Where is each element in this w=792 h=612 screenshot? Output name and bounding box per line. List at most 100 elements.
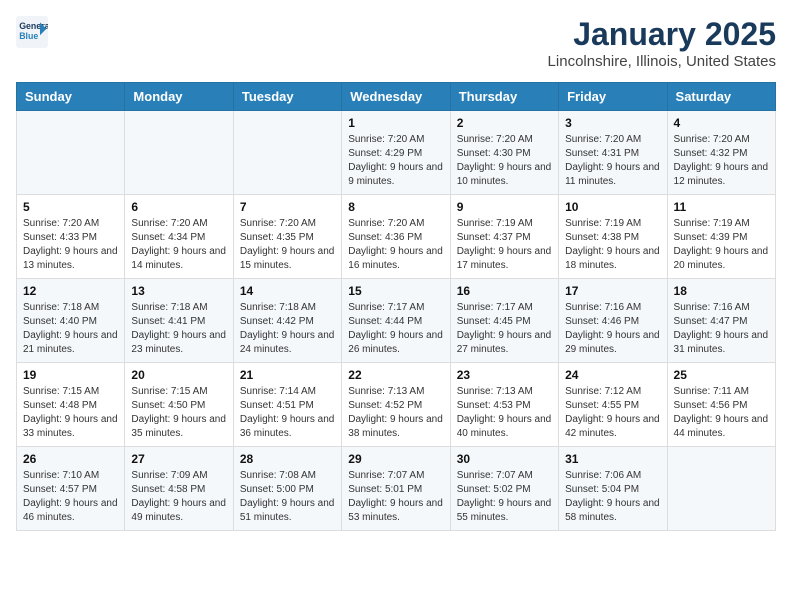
- sunset-text: Sunset: 4:52 PM: [348, 399, 443, 413]
- sunrise-text: Sunrise: 7:20 AM: [457, 133, 552, 147]
- sunset-text: Sunset: 4:41 PM: [131, 315, 226, 329]
- sunrise-text: Sunrise: 7:07 AM: [348, 469, 443, 483]
- daylight-text: Daylight: 9 hours and 40 minutes.: [457, 413, 552, 441]
- sunrise-text: Sunrise: 7:15 AM: [131, 385, 226, 399]
- sunset-text: Sunset: 4:57 PM: [23, 483, 118, 497]
- day-cell: 28Sunrise: 7:08 AMSunset: 5:00 PMDayligh…: [233, 447, 341, 531]
- daylight-text: Daylight: 9 hours and 51 minutes.: [240, 497, 335, 525]
- day-number: 15: [348, 284, 443, 298]
- day-info: Sunrise: 7:19 AMSunset: 4:38 PMDaylight:…: [565, 217, 660, 273]
- sunset-text: Sunset: 4:56 PM: [674, 399, 769, 413]
- daylight-text: Daylight: 9 hours and 11 minutes.: [565, 161, 660, 189]
- title-block: January 2025 Lincolnshire, Illinois, Uni…: [548, 16, 776, 70]
- col-sunday: Sunday: [17, 83, 125, 111]
- sunset-text: Sunset: 4:45 PM: [457, 315, 552, 329]
- day-number: 13: [131, 284, 226, 298]
- day-number: 5: [23, 200, 118, 214]
- day-number: 24: [565, 368, 660, 382]
- sunrise-text: Sunrise: 7:13 AM: [457, 385, 552, 399]
- sunrise-text: Sunrise: 7:19 AM: [674, 217, 769, 231]
- day-cell: 14Sunrise: 7:18 AMSunset: 4:42 PMDayligh…: [233, 279, 341, 363]
- day-info: Sunrise: 7:18 AMSunset: 4:42 PMDaylight:…: [240, 301, 335, 357]
- day-info: Sunrise: 7:12 AMSunset: 4:55 PMDaylight:…: [565, 385, 660, 441]
- sunset-text: Sunset: 4:53 PM: [457, 399, 552, 413]
- day-info: Sunrise: 7:08 AMSunset: 5:00 PMDaylight:…: [240, 469, 335, 525]
- daylight-text: Daylight: 9 hours and 13 minutes.: [23, 245, 118, 273]
- day-number: 19: [23, 368, 118, 382]
- day-info: Sunrise: 7:13 AMSunset: 4:52 PMDaylight:…: [348, 385, 443, 441]
- daylight-text: Daylight: 9 hours and 27 minutes.: [457, 329, 552, 357]
- day-cell: 22Sunrise: 7:13 AMSunset: 4:52 PMDayligh…: [342, 363, 450, 447]
- sunrise-text: Sunrise: 7:19 AM: [457, 217, 552, 231]
- sunrise-text: Sunrise: 7:12 AM: [565, 385, 660, 399]
- day-cell: 27Sunrise: 7:09 AMSunset: 4:58 PMDayligh…: [125, 447, 233, 531]
- sunrise-text: Sunrise: 7:18 AM: [23, 301, 118, 315]
- week-row-1: 1Sunrise: 7:20 AMSunset: 4:29 PMDaylight…: [17, 111, 776, 195]
- day-info: Sunrise: 7:09 AMSunset: 4:58 PMDaylight:…: [131, 469, 226, 525]
- sunset-text: Sunset: 4:37 PM: [457, 231, 552, 245]
- day-cell: 26Sunrise: 7:10 AMSunset: 4:57 PMDayligh…: [17, 447, 125, 531]
- daylight-text: Daylight: 9 hours and 36 minutes.: [240, 413, 335, 441]
- daylight-text: Daylight: 9 hours and 12 minutes.: [674, 161, 769, 189]
- col-wednesday: Wednesday: [342, 83, 450, 111]
- day-cell: 25Sunrise: 7:11 AMSunset: 4:56 PMDayligh…: [667, 363, 775, 447]
- daylight-text: Daylight: 9 hours and 53 minutes.: [348, 497, 443, 525]
- day-info: Sunrise: 7:20 AMSunset: 4:31 PMDaylight:…: [565, 133, 660, 189]
- daylight-text: Daylight: 9 hours and 42 minutes.: [565, 413, 660, 441]
- sunset-text: Sunset: 4:31 PM: [565, 147, 660, 161]
- sunrise-text: Sunrise: 7:20 AM: [565, 133, 660, 147]
- day-info: Sunrise: 7:20 AMSunset: 4:30 PMDaylight:…: [457, 133, 552, 189]
- day-cell: 23 Sunrise: 7:13 AMSunset: 4:53 PMDayligh…: [450, 363, 558, 447]
- sunset-text: Sunset: 4:51 PM: [240, 399, 335, 413]
- day-number: 18: [674, 284, 769, 298]
- col-saturday: Saturday: [667, 83, 775, 111]
- day-number: 26: [23, 452, 118, 466]
- day-info: Sunrise: 7:15 AMSunset: 4:50 PMDaylight:…: [131, 385, 226, 441]
- daylight-text: Daylight: 9 hours and 35 minutes.: [131, 413, 226, 441]
- day-cell: 3Sunrise: 7:20 AMSunset: 4:31 PMDaylight…: [559, 111, 667, 195]
- sunrise-text: Sunrise: 7:09 AM: [131, 469, 226, 483]
- daylight-text: Daylight: 9 hours and 10 minutes.: [457, 161, 552, 189]
- day-cell: [125, 111, 233, 195]
- sunset-text: Sunset: 4:33 PM: [23, 231, 118, 245]
- daylight-text: Daylight: 9 hours and 9 minutes.: [348, 161, 443, 189]
- day-cell: 16 Sunrise: 7:17 AMSunset: 4:45 PMDayligh…: [450, 279, 558, 363]
- sunset-text: Sunset: 4:29 PM: [348, 147, 443, 161]
- day-number: 2: [457, 116, 552, 130]
- col-thursday: Thursday: [450, 83, 558, 111]
- day-number: 1: [348, 116, 443, 130]
- day-number: 29: [348, 452, 443, 466]
- day-cell: 1 Sunrise: 7:20 AMSunset: 4:29 PMDaylight…: [342, 111, 450, 195]
- sunrise-text: Sunrise: 7:18 AM: [240, 301, 335, 315]
- daylight-text: Daylight: 9 hours and 16 minutes.: [348, 245, 443, 273]
- day-info: Sunrise: 7:19 AMSunset: 4:39 PMDaylight:…: [674, 217, 769, 273]
- sunrise-text: Sunrise: 7:07 AM: [457, 469, 552, 483]
- sunrise-text: Sunrise: 7:20 AM: [348, 133, 443, 147]
- day-cell: 20Sunrise: 7:15 AMSunset: 4:50 PMDayligh…: [125, 363, 233, 447]
- calendar-header-row: Sunday Monday Tuesday Wednesday Thursday…: [17, 83, 776, 111]
- day-number: 30: [457, 452, 552, 466]
- sunset-text: Sunset: 5:02 PM: [457, 483, 552, 497]
- sunset-text: Sunset: 4:32 PM: [674, 147, 769, 161]
- day-cell: 15Sunrise: 7:17 AMSunset: 4:44 PMDayligh…: [342, 279, 450, 363]
- calendar-subtitle: Lincolnshire, Illinois, United States: [548, 53, 776, 70]
- sunrise-text: Sunrise: 7:15 AM: [23, 385, 118, 399]
- day-cell: 24 Sunrise: 7:12 AMSunset: 4:55 PMDayligh…: [559, 363, 667, 447]
- day-number: 21: [240, 368, 335, 382]
- day-info: Sunrise: 7:20 AMSunset: 4:33 PMDaylight:…: [23, 217, 118, 273]
- day-number: 16: [457, 284, 552, 298]
- day-number: 23: [457, 368, 552, 382]
- day-cell: 8Sunrise: 7:20 AMSunset: 4:36 PMDaylight…: [342, 195, 450, 279]
- sunset-text: Sunset: 4:46 PM: [565, 315, 660, 329]
- col-monday: Monday: [125, 83, 233, 111]
- day-info: Sunrise: 7:20 AMSunset: 4:34 PMDaylight:…: [131, 217, 226, 273]
- sunrise-text: Sunrise: 7:11 AM: [674, 385, 769, 399]
- day-cell: 31Sunrise: 7:06 AMSunset: 5:04 PMDayligh…: [559, 447, 667, 531]
- sunrise-text: Sunrise: 7:20 AM: [23, 217, 118, 231]
- sunrise-text: Sunrise: 7:13 AM: [348, 385, 443, 399]
- day-cell: 21Sunrise: 7:14 AMSunset: 4:51 PMDayligh…: [233, 363, 341, 447]
- day-info: Sunrise: 7:17 AMSunset: 4:45 PMDaylight:…: [457, 301, 552, 357]
- sunrise-text: Sunrise: 7:10 AM: [23, 469, 118, 483]
- sunrise-text: Sunrise: 7:17 AM: [457, 301, 552, 315]
- day-number: 7: [240, 200, 335, 214]
